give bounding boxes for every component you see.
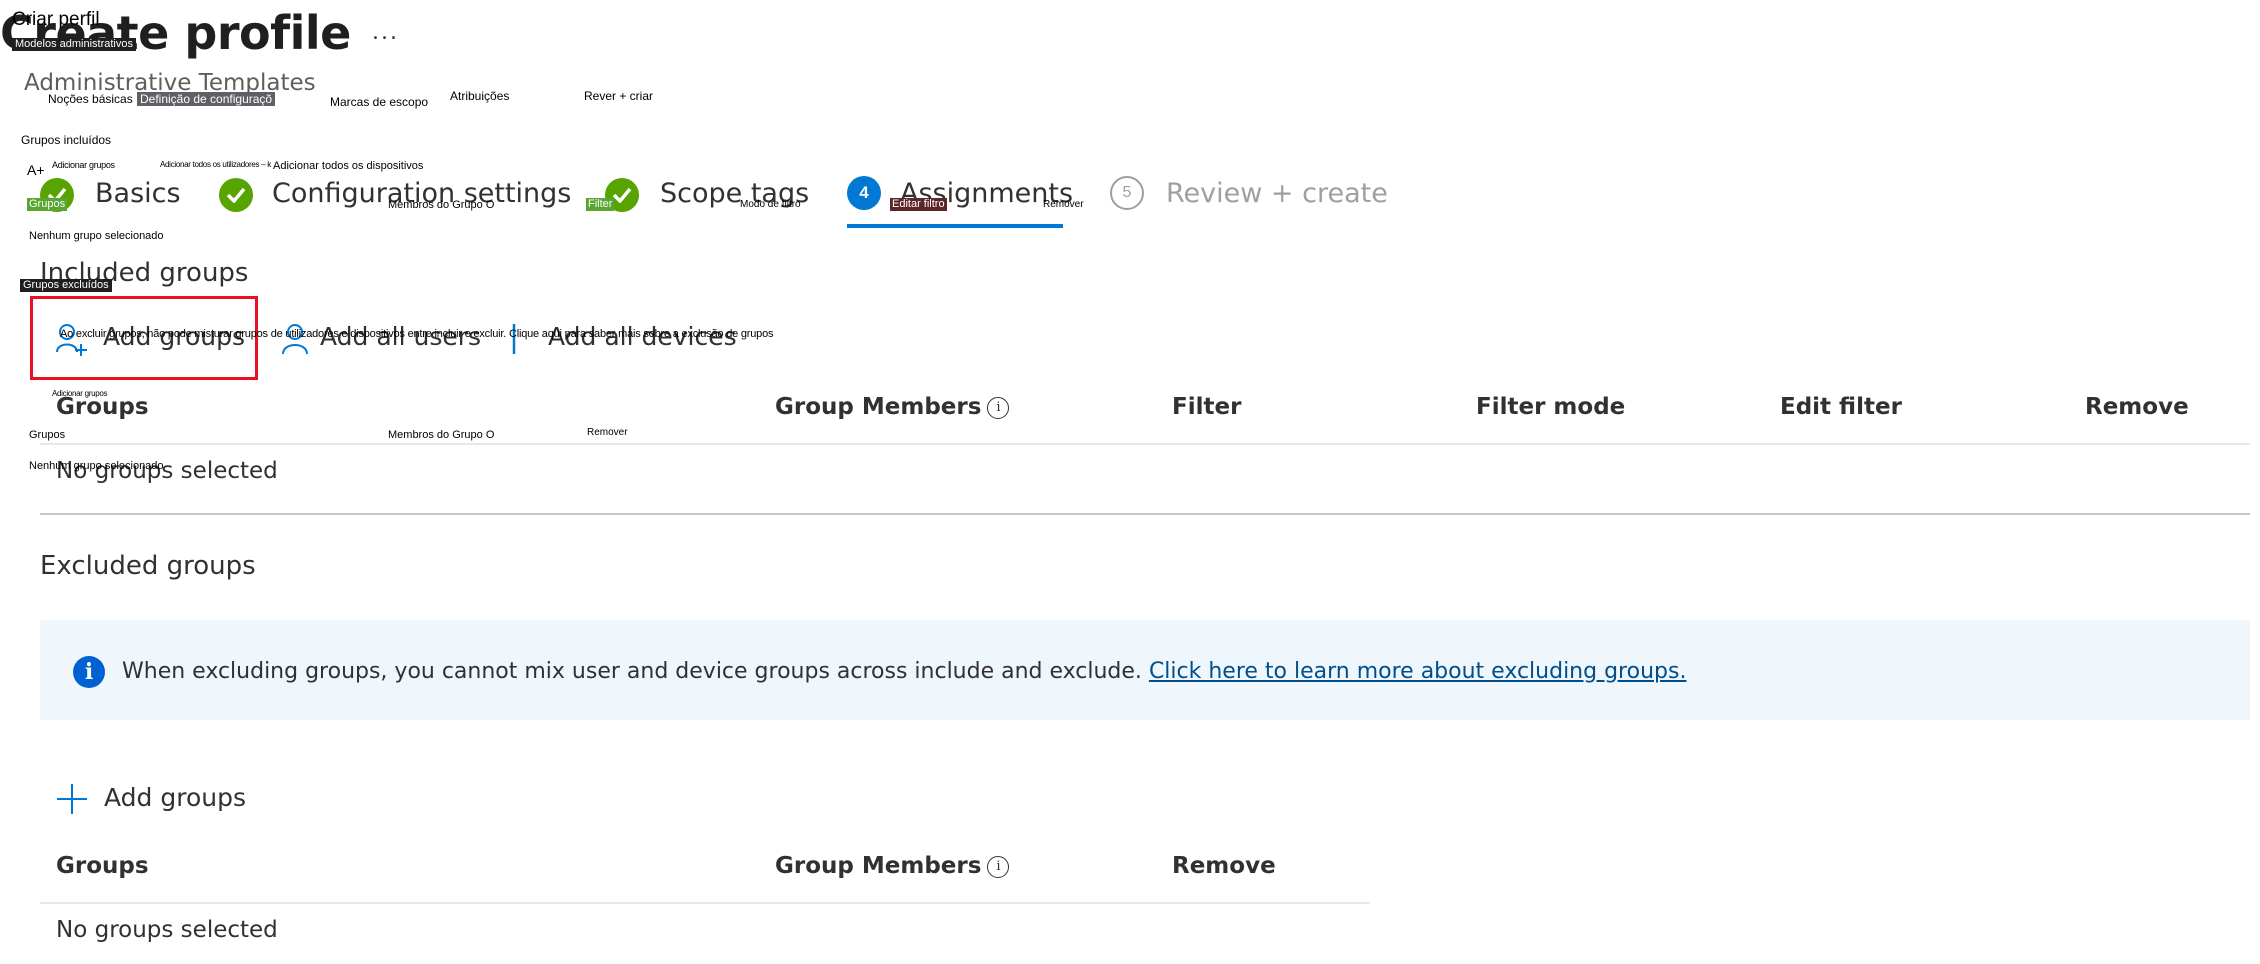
table-header-divider: [40, 443, 2250, 445]
overlay-add-icon: A+: [27, 162, 45, 178]
overlay-col-groups-2: Grupos: [29, 429, 66, 441]
col-edit-filter: Edit filter: [1780, 394, 1902, 420]
excluded-col-remove: Remove: [1172, 853, 1276, 879]
overlay-col-remove: Remover: [1043, 199, 1084, 210]
overlay-add-all-devices: Adicionar todos os dispositivos: [273, 160, 424, 172]
col-group-members-label: Group Members: [775, 394, 982, 420]
overlay-col-filter-mode: Modo de filtro: [740, 199, 801, 210]
overlay-included-heading: Grupos incluídos: [21, 133, 112, 147]
step-review-number: 5: [1110, 176, 1144, 210]
overlay-add-groups: Adicionar grupos: [52, 160, 115, 170]
learn-more-link[interactable]: Click here to learn more about excluding…: [1149, 659, 1687, 684]
active-step-indicator: [847, 224, 1063, 228]
step-basics[interactable]: Basics: [95, 178, 181, 209]
info-banner-text: When excluding groups, you cannot mix us…: [122, 659, 1686, 684]
excluded-empty-text: No groups selected: [56, 917, 278, 943]
table-bottom-divider: [40, 513, 2250, 515]
step-review-create[interactable]: Review + create: [1166, 178, 1388, 209]
step-assignments-number: 4: [847, 176, 881, 210]
col-remove: Remove: [2085, 394, 2189, 420]
overlay-subtitle: Modelos administrativos: [12, 38, 136, 51]
more-options-button[interactable]: ...: [372, 20, 399, 45]
overlay-excluded-heading: Grupos excluídos: [20, 279, 112, 292]
col-filter-mode: Filter mode: [1476, 394, 1626, 420]
overlay-col-remove-2: Remover: [587, 427, 628, 438]
overlay-title: Criar perfil: [12, 9, 100, 30]
overlay-empty: Nenhum grupo selecionado: [29, 230, 164, 242]
overlay-tab-review: Rever + criar: [584, 89, 654, 103]
info-icon[interactable]: i: [987, 855, 1010, 878]
overlay-col-members: Membros do Grupo O: [388, 199, 495, 211]
overlay-tab-basics: Noções básicas: [48, 92, 133, 106]
overlay-col-filter: Filter: [586, 198, 615, 211]
col-group-members: Group Members i: [775, 394, 1010, 420]
overlay-info-text: Ao excluir grupos, não pode misturar gru…: [60, 328, 774, 340]
overlay-add-all-users: Adicionar todos os utilizadores – k: [160, 160, 271, 169]
overlay-tab-assign: Atribuições: [450, 89, 510, 103]
excluded-col-group-members: Group Members i: [775, 853, 1010, 879]
excluded-col-groups: Groups: [56, 853, 149, 879]
overlay-tab-scope: Marcas de escopo: [330, 95, 429, 109]
col-filter: Filter: [1172, 394, 1242, 420]
excluded-add-groups-button[interactable]: Add groups: [104, 783, 246, 812]
step-config-check-icon: [219, 178, 253, 212]
overlay-col-members-2: Membros do Grupo O: [388, 429, 495, 441]
add-icon: [56, 783, 88, 819]
overlay-tab-config: Definição de configuraçõ: [137, 92, 276, 106]
overlay-col-groups: Grupos: [27, 198, 68, 211]
overlay-empty-2: Nenhum grupo selecionado: [29, 460, 164, 472]
overlay-col-edit-filter: Editar filtro: [890, 198, 947, 211]
excluded-groups-heading: Excluded groups: [40, 551, 256, 581]
info-circle-icon: i: [73, 656, 105, 688]
info-icon[interactable]: i: [987, 396, 1010, 419]
overlay-add-groups-2: Adicionar grupos: [52, 389, 108, 398]
excluded-col-group-members-label: Group Members: [775, 853, 982, 879]
excluded-table-header-divider: [40, 902, 1370, 904]
info-message: When excluding groups, you cannot mix us…: [122, 659, 1142, 684]
